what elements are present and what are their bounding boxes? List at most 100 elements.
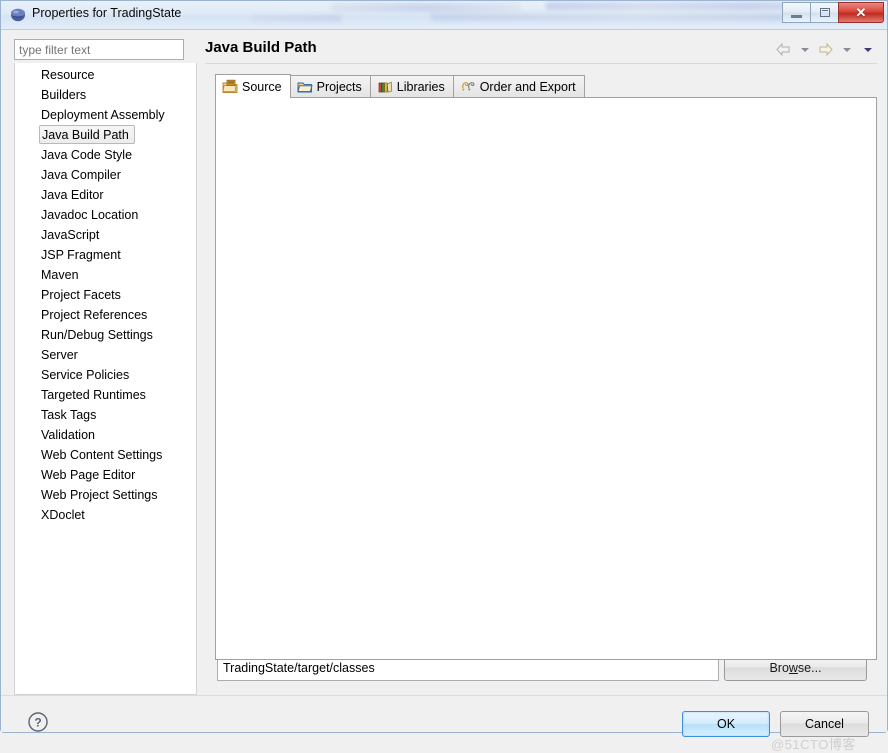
page-title: Java Build Path [205, 39, 317, 56]
sidebar-item-label: Server [41, 348, 78, 362]
sidebar-item-web-project-settings[interactable]: Web Project Settings [15, 485, 196, 505]
sidebar-item-java-build-path[interactable]: Java Build Path [15, 125, 196, 145]
sidebar-item-xdoclet[interactable]: XDoclet [15, 505, 196, 525]
close-button[interactable]: ✕ [838, 2, 884, 23]
dialog-body: Resource Builders Deployment Assembly Java … [1, 30, 887, 752]
cancel-button-label: Cancel [805, 717, 844, 731]
sidebar-item-label: XDoclet [41, 508, 85, 522]
chevron-down-icon [800, 47, 809, 52]
sidebar-item-label: Java Build Path [39, 125, 135, 144]
settings-nav-panel[interactable]: Resource Builders Deployment Assembly Java … [14, 63, 197, 695]
sidebar-item-label: Run/Debug Settings [41, 328, 153, 342]
sidebar-item-label: Deployment Assembly [41, 108, 165, 122]
sidebar-item-java-editor[interactable]: Java Editor [15, 185, 196, 205]
sidebar-item-project-facets[interactable]: Project Facets [15, 285, 196, 305]
sidebar-item-javadoc-location[interactable]: Javadoc Location [15, 205, 196, 225]
sidebar-item-web-content-settings[interactable]: Web Content Settings [15, 445, 196, 465]
sidebar-item-maven[interactable]: Maven [15, 265, 196, 285]
glass-blur-artifact [251, 15, 341, 22]
sidebar-item-server[interactable]: Server [15, 345, 196, 365]
sidebar-item-resource[interactable]: Resource [15, 65, 196, 85]
sidebar-item-java-code-style[interactable]: Java Code Style [15, 145, 196, 165]
sidebar-item-task-tags[interactable]: Task Tags [15, 405, 196, 425]
forward-button[interactable] [816, 41, 835, 58]
source-folder-icon [222, 79, 238, 93]
back-dropdown-button[interactable] [795, 41, 814, 58]
sidebar-item-label: Resource [41, 68, 95, 82]
tab-source[interactable]: Source [215, 74, 291, 98]
sidebar-item-label: Web Page Editor [41, 468, 136, 482]
sidebar-item-java-compiler[interactable]: Java Compiler [15, 165, 196, 185]
sidebar-item-label: Java Code Style [41, 148, 133, 162]
window-controls: ✕ [782, 2, 884, 24]
order-export-icon [461, 82, 475, 91]
filter-input[interactable] [14, 39, 184, 60]
title-bar: Properties for TradingState ✕ [1, 1, 887, 30]
sidebar-item-run-debug-settings[interactable]: Run/Debug Settings [15, 325, 196, 345]
sidebar-item-label: Java Compiler [41, 168, 121, 182]
sidebar-item-project-references[interactable]: Project References [15, 305, 196, 325]
forward-arrow-icon [819, 43, 833, 56]
tab-label: Order and Export [479, 80, 576, 94]
sidebar-item-label: Builders [41, 88, 87, 102]
sidebar-item-label: Web Content Settings [41, 448, 163, 462]
sidebar-item-label: JavaScript [41, 228, 100, 242]
glass-blur-artifact [431, 13, 841, 21]
tab-order-and-export[interactable]: Order and Export [452, 75, 585, 98]
chevron-down-icon [842, 47, 851, 52]
browse-mnemonic: w [788, 661, 798, 675]
sidebar-item-label: Web Project Settings [41, 488, 158, 502]
dialog-footer: ? OK Cancel [1, 696, 887, 737]
sidebar-item-label: Validation [41, 428, 95, 442]
tab-panel-seam [216, 97, 284, 98]
settings-nav-list: Resource Builders Deployment Assembly Java … [15, 63, 196, 525]
books-icon [378, 81, 392, 93]
sidebar-item-jsp-fragment[interactable]: JSP Fragment [15, 245, 196, 265]
page-menu-button[interactable] [858, 41, 877, 58]
minimize-icon [791, 14, 802, 18]
sidebar-item-label: Javadoc Location [41, 208, 139, 222]
sidebar-item-validation[interactable]: Validation [15, 425, 196, 445]
sidebar-item-builders[interactable]: Builders [15, 85, 196, 105]
window-title: Properties for TradingState [32, 6, 182, 20]
browse-label-pre: Bro [769, 661, 789, 675]
open-folder-icon [297, 82, 313, 93]
chevron-down-filled-icon [863, 47, 872, 52]
maximize-button[interactable] [810, 2, 839, 23]
minimize-button[interactable] [782, 2, 811, 23]
sidebar-item-label: Project References [41, 308, 148, 322]
back-button[interactable] [774, 41, 793, 58]
forward-dropdown-button[interactable] [837, 41, 856, 58]
ok-button-label: OK [716, 717, 736, 731]
watermark: @51CTO博客 [771, 737, 856, 752]
sidebar-item-label: Task Tags [41, 408, 97, 422]
page-history-controls [774, 41, 877, 58]
back-arrow-icon [776, 43, 790, 56]
build-path-tabs: Source Projects Libraries Order and Export [215, 74, 585, 98]
sidebar-item-web-page-editor[interactable]: Web Page Editor [15, 465, 196, 485]
tab-panel [215, 97, 877, 660]
tab-label: Libraries [396, 80, 445, 94]
sidebar-item-label: Service Policies [41, 368, 130, 382]
help-icon[interactable]: ? [27, 711, 49, 733]
properties-dialog: Properties for TradingState ✕ Resource Bu… [0, 0, 888, 752]
sidebar-item-label: Project Facets [41, 288, 121, 302]
tab-projects[interactable]: Projects [289, 75, 371, 98]
sidebar-item-targeted-runtimes[interactable]: Targeted Runtimes [15, 385, 196, 405]
tab-libraries[interactable]: Libraries [369, 75, 454, 98]
svg-text:?: ? [34, 716, 41, 730]
sidebar-item-deployment-assembly[interactable]: Deployment Assembly [15, 105, 196, 125]
eclipse-globe-icon [11, 8, 25, 22]
sidebar-item-label: JSP Fragment [41, 248, 121, 262]
header-divider [205, 63, 877, 64]
tab-label: Source [242, 79, 282, 94]
browse-label-post: se... [797, 661, 822, 675]
ok-button[interactable]: OK [682, 711, 770, 737]
sidebar-item-label: Java Editor [41, 188, 104, 202]
maximize-icon [819, 8, 830, 17]
close-icon: ✕ [855, 4, 867, 20]
sidebar-item-service-policies[interactable]: Service Policies [15, 365, 196, 385]
sidebar-item-label: Targeted Runtimes [41, 388, 146, 402]
sidebar-item-javascript[interactable]: JavaScript [15, 225, 196, 245]
glass-blur-artifact [331, 3, 521, 12]
